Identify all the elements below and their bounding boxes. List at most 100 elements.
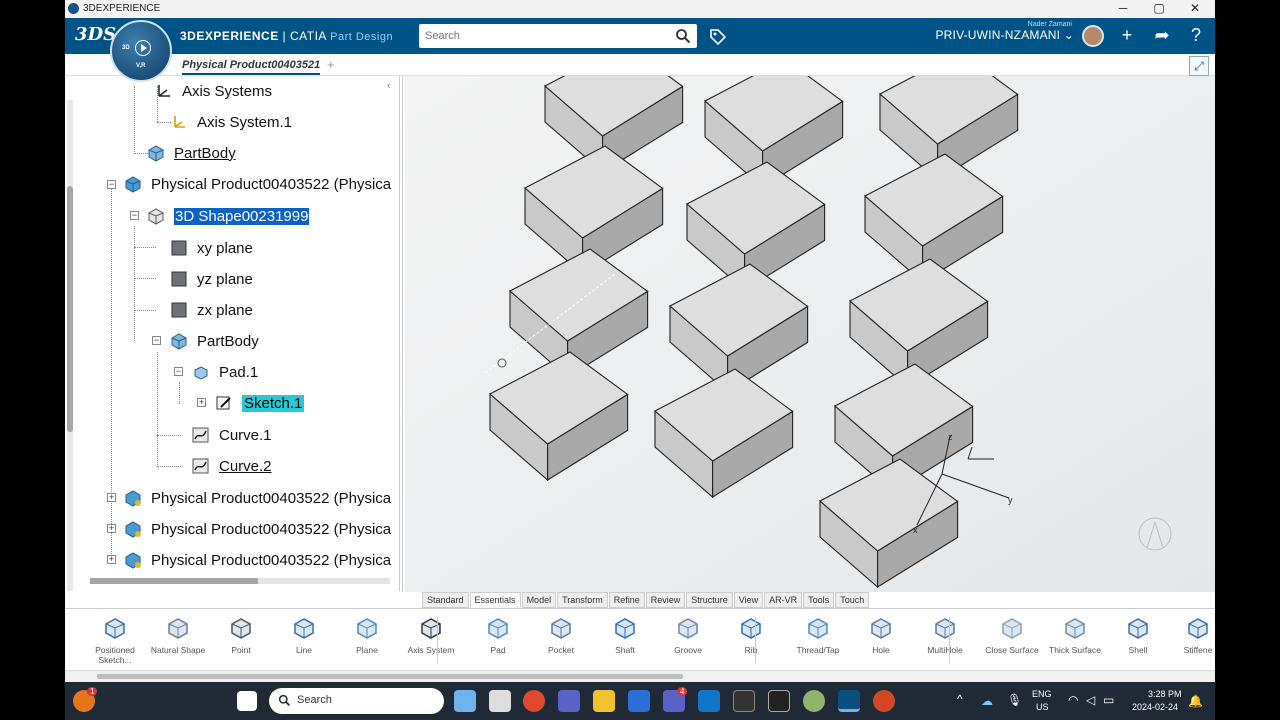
tree-horizontal-scrollbar[interactable] bbox=[90, 578, 390, 584]
collapse-panel-icon[interactable]: ‹ bbox=[387, 80, 391, 92]
tree-node-yz-plane[interactable]: yz plane bbox=[170, 267, 253, 291]
language-region[interactable]: US bbox=[1036, 702, 1049, 712]
expand-toggle[interactable]: + bbox=[197, 398, 206, 407]
widgets-icon[interactable] bbox=[454, 690, 476, 712]
avatar[interactable] bbox=[1082, 25, 1104, 47]
command-tab[interactable]: Transform bbox=[557, 592, 608, 608]
ribbon-button-plane[interactable]: Plane bbox=[337, 615, 397, 655]
3dexperience-taskbar-icon[interactable] bbox=[838, 690, 860, 712]
action-bar-scroll-thumb[interactable] bbox=[97, 674, 683, 679]
ribbon-button-point[interactable]: Point bbox=[211, 615, 271, 655]
file-explorer-icon[interactable] bbox=[593, 690, 615, 712]
ribbon-button-stiffene[interactable]: Stiffene bbox=[1168, 615, 1215, 655]
command-tab[interactable]: Standard bbox=[422, 592, 469, 608]
snip-icon[interactable] bbox=[768, 690, 790, 712]
compass-icon[interactable]: 3D V,R bbox=[110, 20, 172, 82]
tree-node-physical-product-4[interactable]: Physical Product00403522 (Physica bbox=[124, 548, 391, 572]
volume-icon[interactable]: ◁ bbox=[1086, 693, 1095, 707]
ribbon-button-thread-tap[interactable]: Thread/Tap bbox=[788, 615, 848, 655]
ribbon-button-rib[interactable]: Rib bbox=[721, 615, 781, 655]
command-tab[interactable]: Structure bbox=[686, 592, 733, 608]
tree-node-physical-product[interactable]: Physical Product00403522 (Physica bbox=[124, 172, 391, 196]
expand-toggle[interactable]: + bbox=[107, 493, 116, 502]
tree-node-3d-shape[interactable]: 3D Shape00231999 bbox=[147, 204, 310, 228]
ribbon-button-axis-system[interactable]: Axis System bbox=[401, 615, 461, 655]
powerpoint-icon[interactable] bbox=[873, 690, 895, 712]
add-tab-button[interactable]: + bbox=[327, 57, 335, 72]
ribbon-button-positioned-sketch[interactable]: Positioned Sketch... bbox=[85, 615, 145, 665]
tree-node-partbody-2[interactable]: PartBody bbox=[170, 329, 259, 353]
tree-node-physical-product-2[interactable]: Physical Product00403522 (Physica bbox=[124, 486, 391, 510]
mic-icon[interactable]: 🎙 bbox=[1007, 693, 1022, 707]
expand-toggle[interactable]: + bbox=[107, 524, 116, 533]
search-box[interactable] bbox=[419, 24, 697, 48]
app-icon-2[interactable] bbox=[803, 690, 825, 712]
maximize-button[interactable]: ▢ bbox=[1149, 1, 1169, 15]
ribbon-button-multihole[interactable]: MultiHole bbox=[915, 615, 975, 655]
ribbon-button-natural-shape[interactable]: Natural Shape bbox=[148, 615, 208, 655]
tree-node-curve-1[interactable]: Curve.1 bbox=[192, 423, 272, 447]
command-tab[interactable]: View bbox=[733, 592, 764, 608]
action-bar-scrollbar[interactable] bbox=[65, 670, 1215, 682]
ribbon-button-pad[interactable]: Pad bbox=[468, 615, 528, 655]
command-tab[interactable]: Tools bbox=[803, 592, 835, 608]
outlook-icon[interactable] bbox=[698, 690, 720, 712]
command-tab[interactable]: Touch bbox=[835, 592, 870, 608]
task-view-icon[interactable] bbox=[489, 690, 511, 712]
expand-toggle[interactable]: + bbox=[107, 555, 116, 564]
ribbon-button-shaft[interactable]: Shaft bbox=[595, 615, 655, 655]
windows-start-icon[interactable] bbox=[237, 691, 257, 711]
3d-viewport[interactable]: z y x bbox=[405, 76, 1215, 592]
notifications-bell-icon[interactable]: 🔔 bbox=[1188, 694, 1203, 708]
expand-toggle[interactable]: − bbox=[152, 336, 161, 345]
app-icon[interactable] bbox=[628, 690, 650, 712]
tree-node-partbody[interactable]: PartBody bbox=[147, 141, 236, 165]
expand-toggle[interactable]: − bbox=[174, 367, 183, 376]
onedrive-icon[interactable]: ☁ bbox=[981, 694, 993, 708]
search-input[interactable] bbox=[425, 25, 665, 47]
panel-divider[interactable] bbox=[399, 76, 403, 591]
play-icon[interactable] bbox=[135, 40, 151, 56]
tree-scroll-thumb[interactable] bbox=[67, 186, 73, 432]
language-code[interactable]: ENG bbox=[1032, 689, 1052, 699]
terminal-icon[interactable] bbox=[733, 690, 755, 712]
tray-chevron-icon[interactable]: ^ bbox=[957, 692, 963, 706]
tree-node-xy-plane[interactable]: xy plane bbox=[170, 236, 253, 260]
ribbon-button-hole[interactable]: Hole bbox=[851, 615, 911, 655]
add-icon[interactable]: + bbox=[1116, 25, 1138, 46]
clock-date[interactable]: 2024-02-24 bbox=[1132, 702, 1178, 712]
taskbar-search[interactable]: Search bbox=[269, 688, 444, 714]
chrome-icon[interactable] bbox=[523, 690, 545, 712]
wifi-icon[interactable]: ◠ bbox=[1068, 693, 1078, 707]
tree-node-zx-plane[interactable]: zx plane bbox=[170, 298, 253, 322]
ribbon-button-close-surface[interactable]: Close Surface bbox=[982, 615, 1042, 655]
expand-toggle[interactable]: − bbox=[107, 180, 116, 189]
close-button[interactable]: ✕ bbox=[1185, 1, 1205, 15]
tree-hscroll-thumb[interactable] bbox=[90, 578, 258, 584]
ribbon-button-pocket[interactable]: Pocket bbox=[531, 615, 591, 655]
command-tab[interactable]: Essentials bbox=[469, 592, 521, 608]
clock-time[interactable]: 3:28 PM bbox=[1148, 689, 1182, 699]
ribbon-button-thick-surface[interactable]: Thick Surface bbox=[1045, 615, 1105, 655]
teams-icon[interactable] bbox=[558, 690, 580, 712]
search-icon[interactable] bbox=[675, 28, 691, 44]
command-tab[interactable]: Review bbox=[645, 592, 686, 608]
command-tab[interactable]: AR-VR bbox=[764, 592, 803, 608]
battery-icon[interactable]: ▭ bbox=[1103, 693, 1114, 707]
command-tab[interactable]: Refine bbox=[608, 592, 645, 608]
tree-vertical-scrollbar[interactable] bbox=[67, 100, 73, 591]
command-tab[interactable]: Model bbox=[521, 592, 557, 608]
document-tab[interactable]: Physical Product00403521 bbox=[182, 59, 321, 75]
share-icon[interactable]: ➦ bbox=[1151, 25, 1173, 46]
ribbon-button-groove[interactable]: Groove bbox=[658, 615, 718, 655]
tree-node-curve-2[interactable]: Curve.2 bbox=[192, 454, 272, 478]
expand-view-icon[interactable]: ⤢ bbox=[1189, 56, 1209, 76]
help-icon[interactable]: ? bbox=[1185, 25, 1207, 46]
tree-node-physical-product-3[interactable]: Physical Product00403522 (Physica bbox=[124, 517, 391, 541]
tree-node-sketch-1[interactable]: Sketch.1 bbox=[215, 391, 305, 415]
3d-model-canvas[interactable]: z y x bbox=[405, 76, 1215, 592]
tree-node-axis-system-1[interactable]: Axis System.1 bbox=[170, 110, 292, 134]
ribbon-button-shell[interactable]: Shell bbox=[1108, 615, 1168, 655]
expand-toggle[interactable]: − bbox=[130, 211, 139, 220]
tag-icon[interactable] bbox=[708, 27, 728, 47]
